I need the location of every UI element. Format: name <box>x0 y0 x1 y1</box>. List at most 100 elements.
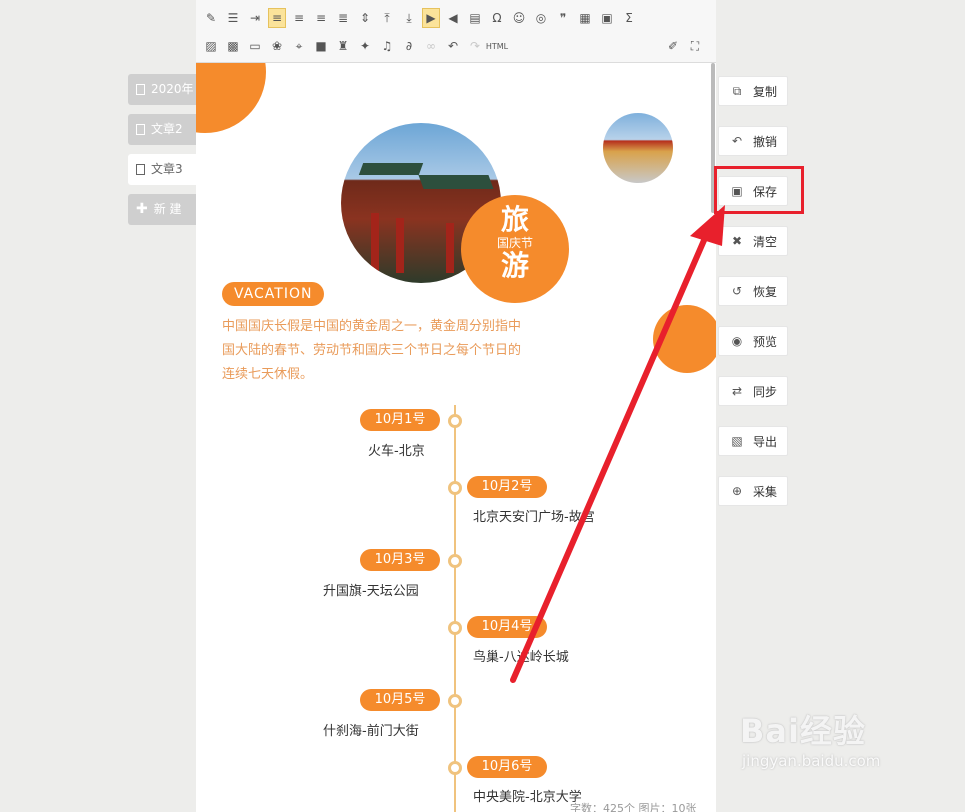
collect-button[interactable]: ⊕ 采集 <box>718 476 788 506</box>
vacation-label: VACATION <box>222 282 325 306</box>
document-icon <box>136 124 145 135</box>
timeline-date: 10月5号 <box>360 689 440 711</box>
table-icon[interactable]: ▦ <box>576 8 594 28</box>
timeline-date: 10月4号 <box>467 616 547 638</box>
timeline-place: 火车-北京 <box>368 444 425 459</box>
align-left-icon[interactable]: ≡ <box>268 8 286 28</box>
preview-label: 预览 <box>753 334 778 349</box>
editor: ✎ ☰ ⇥ ≡ ≡ ≡ ≣ ⇕ ⤒ ⤓ ▶ ◀ ▤ Ω ☺ ◎ ❞ ▦ ▣ Σ … <box>196 0 716 812</box>
timeline-line <box>454 405 456 812</box>
sync-button[interactable]: ⇄ 同步 <box>718 376 788 406</box>
tab-label: 文章3 <box>151 162 183 176</box>
fullscreen-icon[interactable]: ⛶ <box>686 36 704 56</box>
export-icon: ▧ <box>731 434 743 448</box>
undo-button[interactable]: ↶ 撤销 <box>718 126 788 156</box>
paragraph-spacing-bottom-icon[interactable]: ⤓ <box>400 8 418 28</box>
intro-paragraph: 中国国庆长假是中国的黄金周之一，黄金周分别指中国大陆的春节、劳动节和国庆三个节日… <box>222 319 522 382</box>
html-source-button[interactable]: HTML <box>486 36 508 56</box>
quote-icon[interactable]: ❞ <box>554 8 572 28</box>
clear-label: 清空 <box>753 234 778 249</box>
decor-circle <box>196 63 266 133</box>
tab-article-1[interactable]: 2020年 <box>128 74 196 105</box>
palace-small-photo <box>603 113 673 183</box>
clear-button[interactable]: ✖ 清空 <box>718 226 788 256</box>
multi-image-icon[interactable]: ▩ <box>224 36 242 56</box>
timeline-place: 鸟巢-八达岭长城 <box>473 650 569 665</box>
article-tabs: 2020年 文章2 文章3 ✚ 新 建 <box>128 74 196 234</box>
map-icon[interactable]: ⌖ <box>290 36 308 56</box>
music-icon[interactable]: ♫ <box>378 36 396 56</box>
restore-button[interactable]: ↺ 恢复 <box>718 276 788 306</box>
undo-label: 撤销 <box>753 134 778 149</box>
timeline-place: 什刹海-前门大街 <box>323 724 419 739</box>
link-icon[interactable]: ∂ <box>400 36 418 56</box>
timeline-place: 升国旗-天坛公园 <box>323 584 419 599</box>
scrawl-icon[interactable]: ❀ <box>268 36 286 56</box>
badge-top-char: 旅 <box>500 203 529 236</box>
restore-label: 恢复 <box>753 284 778 299</box>
eraser-icon[interactable]: ✎ <box>202 8 220 28</box>
watermark-brand: Bai经验 <box>740 712 866 750</box>
timeline-dot <box>448 414 462 428</box>
line-height-icon[interactable]: ⇕ <box>356 8 374 28</box>
editor-toolbar: ✎ ☰ ⇥ ≡ ≡ ≡ ≣ ⇕ ⤒ ⤓ ▶ ◀ ▤ Ω ☺ ◎ ❞ ▦ ▣ Σ … <box>196 0 716 63</box>
copy-label: 复制 <box>753 84 778 99</box>
timeline-place: 中央美院-北京大学 <box>473 790 582 805</box>
eye-icon: ◉ <box>731 334 743 348</box>
find-replace-icon[interactable]: ◎ <box>532 8 550 28</box>
sync-icon: ⇄ <box>731 384 743 398</box>
word-icon[interactable]: ▣ <box>598 8 616 28</box>
timeline-dot <box>448 694 462 708</box>
image-icon[interactable]: ▨ <box>202 36 220 56</box>
frame-icon[interactable]: ▭ <box>246 36 264 56</box>
align-center-icon[interactable]: ≡ <box>290 8 308 28</box>
redo-toolbar-icon[interactable]: ↷ <box>466 36 484 56</box>
preview-button[interactable]: ◉ 预览 <box>718 326 788 356</box>
brush-icon[interactable]: ♜ <box>334 36 352 56</box>
new-article-button[interactable]: ✚ 新 建 <box>128 194 196 225</box>
toolbar-row-2: ▨ ▩ ▭ ❀ ⌖ ■ ♜ ✦ ♫ ∂ ∞ ↶ ↷ HTML <box>202 34 510 58</box>
sum-icon[interactable]: Σ <box>620 8 638 28</box>
export-button[interactable]: ▧ 导出 <box>718 426 788 456</box>
tab-label: 2020年 <box>151 82 194 96</box>
direction-ltr-icon[interactable]: ▶ <box>422 8 440 28</box>
direction-rtl-icon[interactable]: ◀ <box>444 8 462 28</box>
indent-dropdown-icon[interactable]: ☰ <box>224 8 242 28</box>
image-center-icon[interactable]: ▤ <box>466 8 484 28</box>
tab-article-3[interactable]: 文章3 <box>128 154 196 185</box>
timeline-date: 10月6号 <box>467 756 547 778</box>
sync-label: 同步 <box>753 384 778 399</box>
export-label: 导出 <box>753 434 778 449</box>
timeline-dot <box>448 761 462 775</box>
video-icon[interactable]: ■ <box>312 36 330 56</box>
new-article-label: 新 建 <box>153 202 182 216</box>
decor-circle <box>653 305 716 373</box>
badge-bottom-char: 游 <box>500 249 529 282</box>
outdent-icon[interactable]: ⇥ <box>246 8 264 28</box>
timeline-date: 10月2号 <box>467 476 547 498</box>
paragraph-spacing-top-icon[interactable]: ⤒ <box>378 8 396 28</box>
timeline-date: 10月3号 <box>360 549 440 571</box>
tab-article-2[interactable]: 文章2 <box>128 114 196 145</box>
word-count-status: 字数：425个 图片：10张 <box>570 802 697 812</box>
edit-dropdown-icon[interactable]: ✐ <box>664 36 682 56</box>
emoji-icon[interactable]: ☺ <box>510 8 528 28</box>
copy-icon: ⧉ <box>732 83 742 98</box>
align-right-icon[interactable]: ≡ <box>312 8 330 28</box>
undo-icon: ↶ <box>731 134 743 148</box>
magic-wand-icon[interactable]: ✦ <box>356 36 374 56</box>
document-icon <box>136 164 145 175</box>
unlink-icon[interactable]: ∞ <box>422 36 440 56</box>
omega-icon[interactable]: Ω <box>488 8 506 28</box>
watermark-url: jingyan.baidu.com <box>742 752 881 770</box>
timeline-date: 10月1号 <box>360 409 440 431</box>
article-canvas[interactable]: 旅 国庆节 游 VACATION 中国国庆长假是中国的黄金周之一，黄金周分别指中… <box>196 63 716 812</box>
align-justify-icon[interactable]: ≣ <box>334 8 352 28</box>
undo-toolbar-icon[interactable]: ↶ <box>444 36 462 56</box>
tab-label: 文章2 <box>151 122 183 136</box>
toolbar-row-1: ✎ ☰ ⇥ ≡ ≡ ≡ ≣ ⇕ ⤒ ⤓ ▶ ◀ ▤ Ω ☺ ◎ ❞ ▦ ▣ Σ <box>202 6 642 30</box>
timeline-dot <box>448 621 462 635</box>
plus-icon: ✚ <box>136 201 148 217</box>
copy-button[interactable]: ⧉ 复制 <box>718 76 788 106</box>
collect-icon: ⊕ <box>731 484 743 498</box>
